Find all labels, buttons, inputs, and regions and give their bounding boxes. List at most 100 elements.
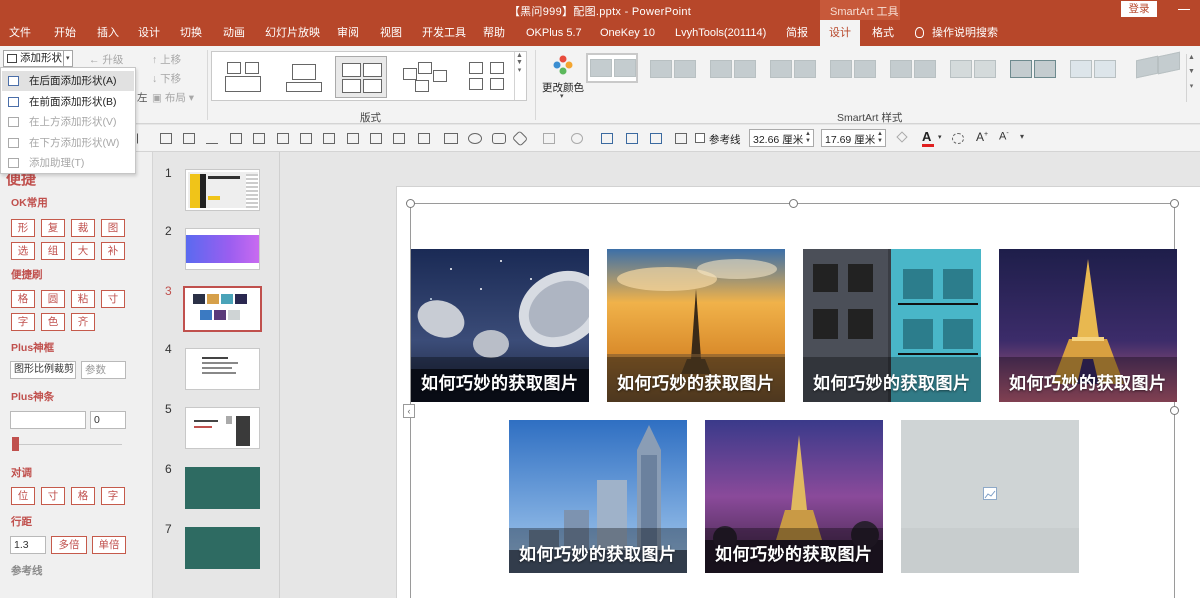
menu-add-shape-below[interactable]: 在下方添加形状(W) — [2, 133, 134, 153]
layout-option-1[interactable] — [217, 56, 269, 98]
tab-briefing[interactable]: 简报 — [786, 20, 808, 46]
style-option-1-selected[interactable] — [586, 53, 638, 83]
slide-thumbnail-6[interactable] — [185, 467, 260, 509]
resize-handle-right[interactable] — [1170, 406, 1179, 415]
layout-button[interactable]: ▣ 布局 ▾ — [152, 90, 194, 105]
text-fill-icon[interactable] — [543, 133, 555, 144]
align-bottom-icon[interactable] — [206, 133, 218, 144]
ok-button-image[interactable]: 图 — [101, 219, 125, 237]
smartart-picture-4[interactable]: 如何巧妙的获取图片 — [999, 249, 1177, 402]
ok-button-shape[interactable]: 形 — [11, 219, 35, 237]
plus-bar-value[interactable]: 0 — [90, 411, 126, 429]
slide-thumbnail-3-active[interactable] — [183, 286, 262, 332]
toolbar-overflow-icon[interactable]: ▾ — [1020, 132, 1024, 141]
chevron-down-icon[interactable]: ▾ — [66, 51, 70, 66]
layout-option-2[interactable] — [278, 56, 330, 98]
align-middle-icon[interactable] — [253, 133, 265, 144]
style-option-10[interactable] — [1134, 50, 1186, 80]
tab-smartart-design[interactable]: 设计 — [820, 20, 860, 46]
style-option-5[interactable] — [828, 55, 880, 85]
line-spacing-input[interactable]: 1.3 — [10, 536, 46, 554]
link-icon[interactable] — [626, 133, 638, 144]
rectangle-icon[interactable] — [444, 133, 458, 144]
smartart-picture-5[interactable]: 如何巧妙的获取图片 — [509, 420, 687, 573]
edit-shape-icon[interactable] — [511, 130, 529, 147]
smartart-picture-2[interactable]: 如何巧妙的获取图片 — [607, 249, 785, 402]
param-input[interactable]: 参数 — [81, 361, 126, 379]
tab-developer[interactable]: 开发工具 — [422, 20, 466, 46]
menu-add-shape-above[interactable]: 在上方添加形状(V) — [2, 112, 134, 132]
brush-button-round[interactable]: 圆 — [41, 290, 65, 308]
move-down-button[interactable]: ↓ 下移 — [152, 71, 181, 86]
tab-smartart-format[interactable]: 格式 — [872, 20, 894, 46]
eraser-icon[interactable] — [896, 131, 908, 143]
width-spinner[interactable]: 32.66 厘米 ▲ ▼ — [749, 129, 814, 147]
brush-button-align[interactable]: 齐 — [71, 313, 95, 331]
increase-font-icon[interactable]: A+ — [976, 130, 988, 144]
ok-button-group[interactable]: 组 — [41, 242, 65, 260]
same-height-icon[interactable] — [370, 133, 382, 144]
swap-button-size[interactable]: 寸 — [41, 487, 65, 505]
tell-me-search[interactable]: 操作说明搜索 — [915, 20, 998, 46]
promote-button[interactable]: ← 升级 — [89, 52, 123, 67]
style-option-4[interactable] — [768, 55, 820, 85]
swap-button-position[interactable]: 位 — [11, 487, 35, 505]
style-option-6[interactable] — [888, 55, 940, 85]
resize-handle-top[interactable] — [789, 199, 798, 208]
tab-help[interactable]: 帮助 — [483, 20, 505, 46]
tab-file[interactable]: 文件 — [9, 20, 31, 46]
brush-button-color[interactable]: 色 — [41, 313, 65, 331]
swap-button-format[interactable]: 格 — [71, 487, 95, 505]
ok-button-copy[interactable]: 复 — [41, 219, 65, 237]
distribute-vertical-icon[interactable] — [300, 133, 312, 144]
gridlines-checkbox[interactable] — [695, 133, 705, 143]
distribute-icon[interactable] — [230, 133, 242, 144]
menu-add-shape-before[interactable]: 在前面添加形状(B) — [2, 92, 134, 112]
style-option-7[interactable] — [948, 55, 1000, 85]
minimize-icon[interactable] — [1178, 9, 1190, 10]
ok-button-fill[interactable]: 补 — [101, 242, 125, 260]
tab-review[interactable]: 审阅 — [337, 20, 359, 46]
brush-button-format[interactable]: 格 — [11, 290, 35, 308]
chevron-down-icon[interactable]: ▾ — [938, 133, 942, 141]
tab-design[interactable]: 设计 — [138, 20, 160, 46]
slide-thumbnail-2[interactable] — [185, 228, 260, 270]
same-width-icon[interactable] — [347, 133, 359, 144]
insert-picture-icon[interactable] — [983, 487, 997, 500]
ok-button-select[interactable]: 选 — [11, 242, 35, 260]
login-button[interactable]: 登录 — [1121, 1, 1157, 17]
table-icon[interactable] — [418, 133, 430, 144]
slider-thumb[interactable] — [12, 437, 19, 451]
smartart-picture-6[interactable]: 如何巧妙的获取图片 — [705, 420, 883, 573]
swap-button-text[interactable]: 字 — [101, 487, 125, 505]
menu-add-assistant[interactable]: 添加助理(T) — [2, 153, 134, 173]
slide-thumbnail-7[interactable] — [185, 527, 260, 569]
picture-caption[interactable]: 如何巧妙的获取图片 — [715, 540, 873, 565]
shape-outline-icon[interactable] — [952, 133, 964, 144]
rtl-label[interactable]: 左 — [137, 90, 148, 105]
add-shape-button[interactable]: 添加形状 ▾ — [3, 50, 73, 67]
slide-thumbnail-1[interactable] — [185, 169, 260, 211]
tab-insert[interactable]: 插入 — [97, 20, 119, 46]
styles-gallery-scroll[interactable]: ▲ ▼ ▾ — [1186, 54, 1196, 102]
textbox-icon[interactable] — [675, 133, 687, 144]
tab-transitions[interactable]: 切换 — [180, 20, 202, 46]
text-pane-toggle[interactable]: ‹ — [403, 404, 415, 418]
resize-handle-top-left[interactable] — [406, 199, 415, 208]
smartart-picture-7-empty[interactable] — [901, 420, 1079, 573]
tab-lvyhtools[interactable]: LvyhTools(201114) — [675, 20, 766, 46]
smartart-picture-3[interactable]: 如何巧妙的获取图片 — [803, 249, 981, 402]
group-icon[interactable] — [323, 133, 335, 144]
ok-button-crop[interactable]: 裁 — [71, 219, 95, 237]
crop-icon[interactable] — [650, 133, 662, 144]
tab-slideshow[interactable]: 幻灯片放映 — [265, 20, 320, 46]
multiple-spacing-button[interactable]: 多倍 — [51, 536, 87, 554]
picture-caption[interactable]: 如何巧妙的获取图片 — [617, 369, 775, 394]
change-colors-button[interactable]: 更改颜色 ▾ — [540, 52, 586, 102]
shape-effects-icon[interactable] — [571, 133, 583, 144]
oval-icon[interactable] — [468, 133, 482, 144]
tab-onekey[interactable]: OneKey 10 — [600, 20, 655, 46]
picture-caption[interactable]: 如何巧妙的获取图片 — [1009, 369, 1167, 394]
tab-animations[interactable]: 动画 — [223, 20, 245, 46]
ok-button-size[interactable]: 大 — [71, 242, 95, 260]
